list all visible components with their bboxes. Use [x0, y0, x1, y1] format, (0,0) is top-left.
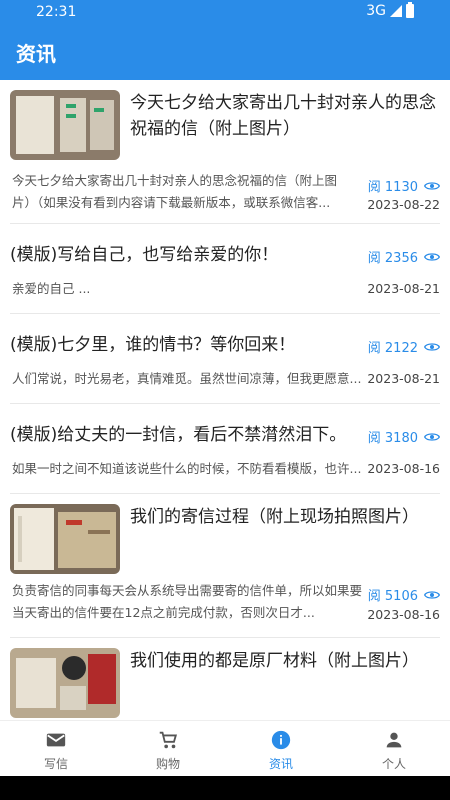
read-count-label: 阅 3180 — [367, 431, 418, 446]
news-excerpt: 今天七夕给大家寄出几十封对亲人的思念祝福的信（附上图片）（如果没有看到内容请下载… — [12, 173, 338, 210]
news-title[interactable]: 我们使用的都是原厂材料（附上图片） — [130, 648, 440, 674]
app-bar: 资讯 — [0, 24, 450, 80]
eye-icon — [424, 252, 440, 261]
news-date: 2023-08-16 — [367, 607, 440, 622]
news-thumbnail — [10, 648, 120, 718]
news-date: 2023-08-21 — [367, 371, 440, 386]
info-icon — [271, 730, 291, 750]
tab-label: 资讯 — [268, 757, 293, 771]
news-item[interactable]: 今天七夕给大家寄出几十封对亲人的思念祝福的信（附上图片） 今天七夕给大家寄出几十… — [10, 80, 440, 224]
read-count: 阅 5106 — [368, 585, 440, 604]
read-count-label: 阅 2356 — [367, 251, 418, 266]
tab-label: 购物 — [155, 757, 180, 771]
read-count-label: 阅 1130 — [367, 180, 418, 195]
tab-label: 写信 — [43, 757, 68, 771]
news-item[interactable]: 我们使用的都是原厂材料（附上图片） — [10, 638, 440, 720]
read-count: 阅 1130 — [368, 176, 440, 195]
signal-icon — [390, 5, 402, 17]
read-count: 阅 2122 — [368, 337, 440, 356]
news-excerpt: 亲爱的自己 ... — [12, 281, 91, 296]
page-title: 资讯 — [16, 42, 56, 66]
eye-icon — [424, 590, 440, 599]
tab-shopping[interactable]: 购物 — [112, 729, 224, 772]
news-item[interactable]: (模版)写给自己，也写给亲爱的你！ 阅 2356 亲爱的自己 ... 2023-… — [10, 224, 440, 314]
eye-icon — [424, 342, 440, 351]
read-count: 阅 3180 — [368, 427, 440, 446]
news-title[interactable]: (模版)七夕里，谁的情书？等你回来！ — [10, 332, 350, 358]
bottom-tab-bar: 写信 购物 资讯 个人 — [0, 720, 450, 776]
status-bar: 22:31 3G — [0, 0, 450, 24]
eye-icon — [424, 181, 440, 190]
news-title[interactable]: 今天七夕给大家寄出几十封对亲人的思念祝福的信（附上图片） — [130, 90, 440, 142]
eye-icon — [424, 432, 440, 441]
news-date: 2023-08-21 — [367, 281, 440, 296]
read-count: 阅 2356 — [368, 247, 440, 266]
tab-write[interactable]: 写信 — [0, 729, 112, 772]
battery-icon — [406, 2, 414, 18]
news-title[interactable]: (模版)给丈夫的一封信，看后不禁潸然泪下。 — [10, 422, 355, 448]
tab-label: 个人 — [381, 757, 406, 771]
news-title[interactable]: 我们的寄信过程（附上现场拍照图片） — [130, 504, 440, 530]
mail-icon — [46, 733, 66, 747]
read-count-label: 阅 5106 — [367, 589, 418, 604]
news-thumbnail — [10, 90, 120, 160]
news-excerpt: 人们常说，时光易老，真情难觅。虽然世间凉薄，但我更愿意... — [12, 371, 362, 386]
news-list[interactable]: 今天七夕给大家寄出几十封对亲人的思念祝福的信（附上图片） 今天七夕给大家寄出几十… — [0, 80, 450, 720]
read-count-label: 阅 2122 — [367, 341, 418, 356]
network-label: 3G — [366, 3, 386, 19]
news-item[interactable]: 我们的寄信过程（附上现场拍照图片） 负责寄信的同事每天会从系统导出需要寄的信件单… — [10, 494, 440, 638]
status-time: 22:31 — [36, 4, 77, 20]
news-title[interactable]: (模版)写给自己，也写给亲爱的你！ — [10, 242, 350, 268]
news-date: 2023-08-22 — [367, 197, 440, 212]
tab-news[interactable]: 资讯 — [225, 729, 337, 772]
news-excerpt: 如果一时之间不知道该说些什么的时候，不防看看模版，也许... — [12, 461, 362, 476]
system-nav-bar — [0, 776, 450, 800]
news-item[interactable]: (模版)七夕里，谁的情书？等你回来！ 阅 2122 人们常说，时光易老，真情难觅… — [10, 314, 440, 404]
person-icon — [386, 732, 402, 748]
news-date: 2023-08-16 — [367, 461, 440, 476]
cart-icon — [159, 731, 178, 749]
news-item[interactable]: (模版)给丈夫的一封信，看后不禁潸然泪下。 阅 3180 如果一时之间不知道该说… — [10, 404, 440, 494]
status-right: 3G — [366, 2, 414, 19]
tab-profile[interactable]: 个人 — [338, 729, 450, 772]
news-thumbnail — [10, 504, 120, 574]
news-excerpt: 负责寄信的同事每天会从系统导出需要寄的信件单，所以如果要当天寄出的信件要在12点… — [12, 583, 362, 620]
